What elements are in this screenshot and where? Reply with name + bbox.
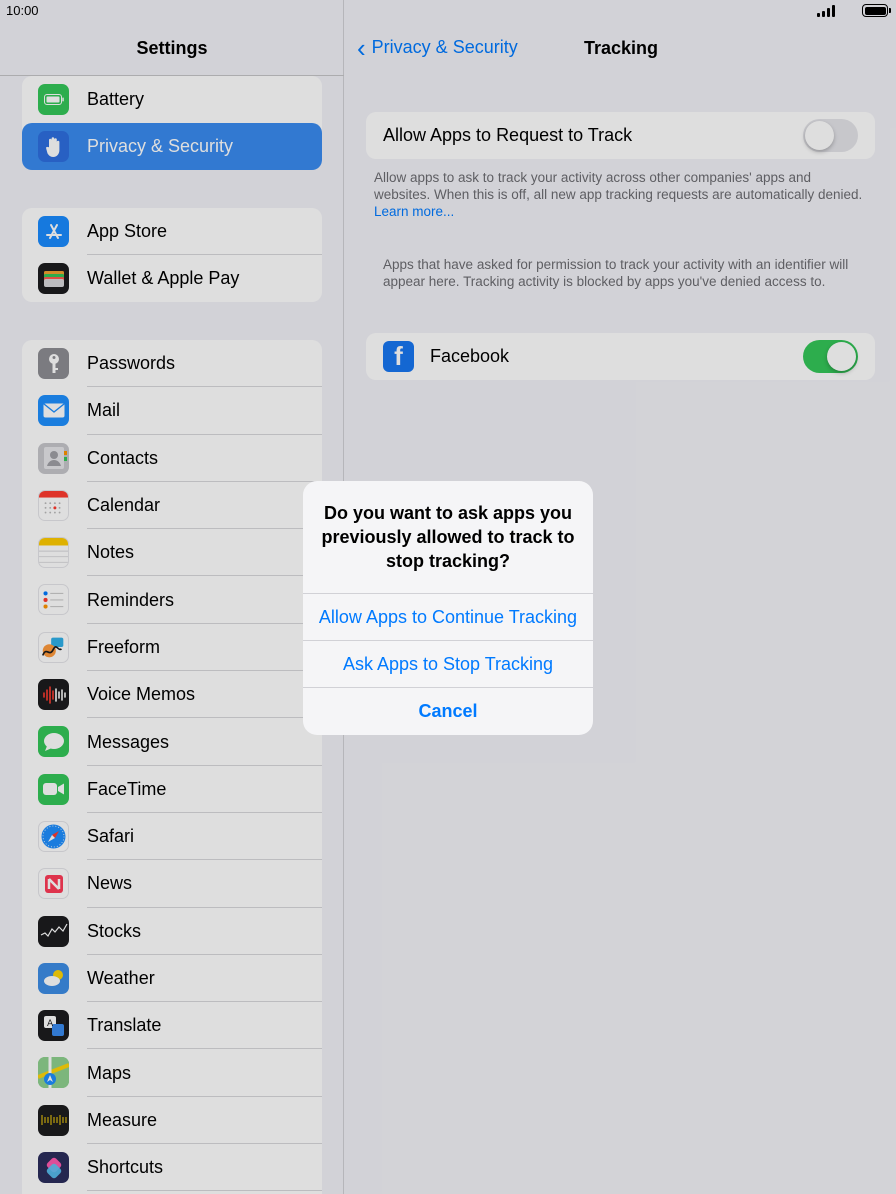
stop-tracking-alert: Do you want to ask apps you previously a…: [303, 481, 593, 735]
ask-stop-tracking-button[interactable]: Ask Apps to Stop Tracking: [303, 640, 593, 687]
battery-status-icon: [862, 4, 891, 17]
cancel-button[interactable]: Cancel: [303, 687, 593, 734]
cellular-signal-icon: [817, 5, 837, 17]
allow-continue-tracking-button[interactable]: Allow Apps to Continue Tracking: [303, 593, 593, 640]
status-bar: 10:00: [0, 0, 896, 22]
status-time: 10:00: [6, 3, 39, 18]
alert-title: Do you want to ask apps you previously a…: [321, 503, 575, 571]
